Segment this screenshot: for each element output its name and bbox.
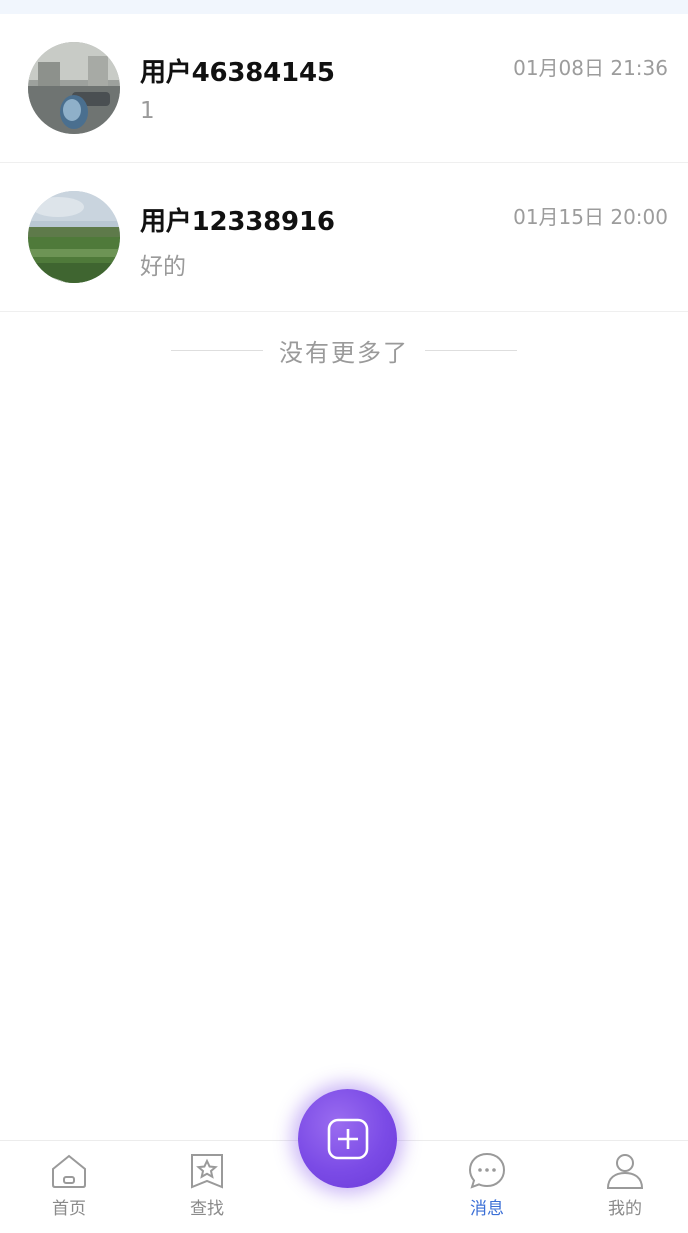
add-button[interactable] (298, 1089, 397, 1188)
person-icon (605, 1151, 645, 1191)
conversation-preview: 好的 (140, 254, 186, 280)
tab-home-label: 首页 (52, 1199, 86, 1219)
conversation-row[interactable]: 用户46384145 1 01月08日 21:36 (0, 14, 688, 163)
conversation-time: 01月15日 20:00 (513, 205, 668, 229)
star-bookmark-icon (187, 1151, 227, 1191)
list-end-indicator: 没有更多了 (0, 332, 688, 368)
field-landscape-photo (28, 191, 120, 283)
conversation-time: 01月08日 21:36 (513, 56, 668, 80)
home-icon (49, 1151, 89, 1191)
tab-mine[interactable]: 我的 (556, 1141, 688, 1233)
conversation-username: 用户46384145 (140, 58, 335, 88)
tab-messages-label: 消息 (470, 1199, 504, 1219)
plus-icon (327, 1118, 368, 1159)
conversation-preview: 1 (140, 98, 155, 124)
tab-home[interactable]: 首页 (0, 1141, 138, 1233)
divider (425, 349, 517, 351)
chat-bubble-icon (467, 1151, 507, 1191)
conversation-row[interactable]: 用户12338916 好的 01月15日 20:00 (0, 163, 688, 312)
divider (171, 349, 263, 351)
avatar[interactable] (28, 191, 120, 283)
tab-find[interactable]: 查找 (138, 1141, 276, 1233)
top-status-strip (0, 0, 688, 14)
avatar[interactable] (28, 42, 120, 134)
tab-find-label: 查找 (190, 1199, 224, 1219)
rainy-car-mirror-photo (28, 42, 120, 134)
message-list: 用户46384145 1 01月08日 21:36 用户12338916 好的 … (0, 14, 688, 312)
tab-messages[interactable]: 消息 (418, 1141, 556, 1233)
list-end-text: 没有更多了 (279, 338, 409, 367)
conversation-username: 用户12338916 (140, 207, 335, 237)
tab-mine-label: 我的 (608, 1199, 642, 1219)
